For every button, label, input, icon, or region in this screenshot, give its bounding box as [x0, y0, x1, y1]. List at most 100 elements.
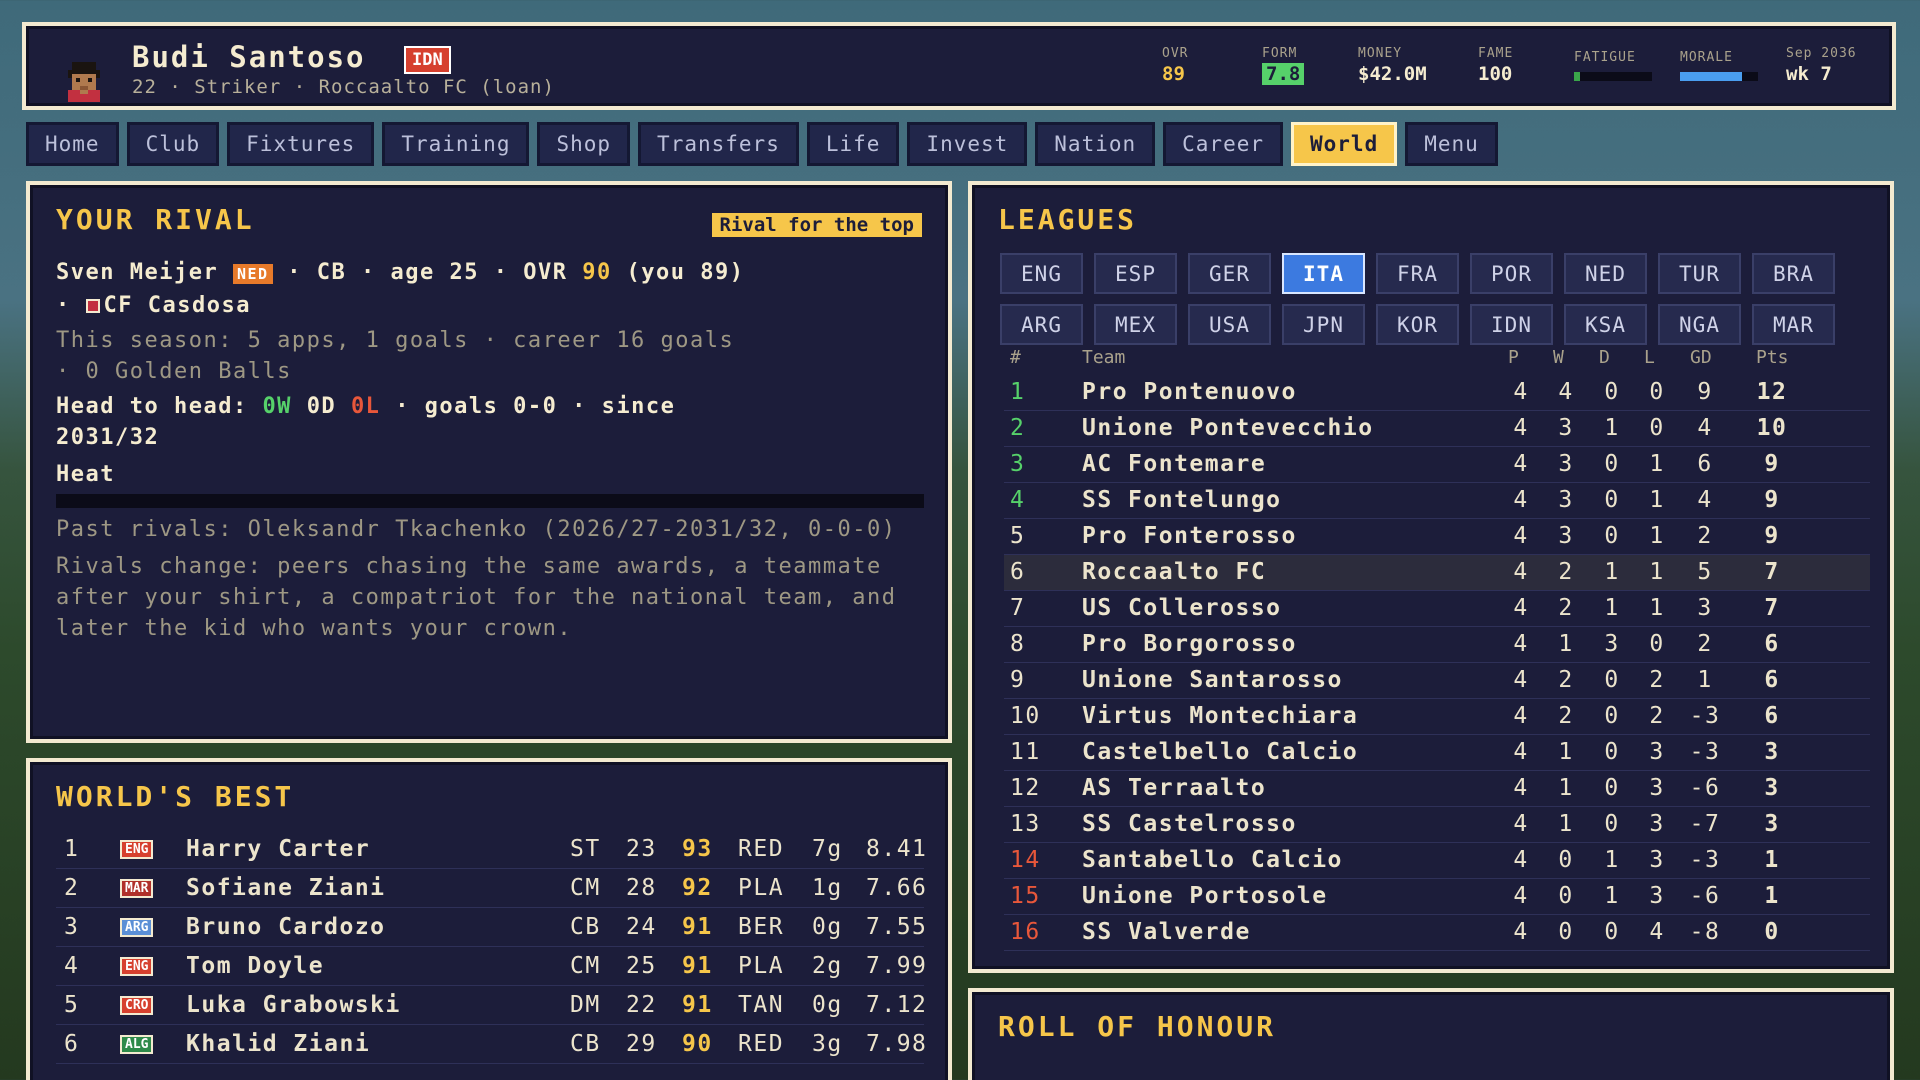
team-points: 9: [1764, 451, 1780, 477]
team-goal-difference: 2: [1697, 631, 1713, 657]
tab-career[interactable]: Career: [1163, 122, 1283, 166]
team-losses: 2: [1649, 667, 1665, 693]
worlds-best-row[interactable]: 3 ARG Bruno Cardozo CB 24 91 BER 0g 7.55: [56, 908, 926, 947]
rival-season-line-2: · 0 Golden Balls: [56, 359, 292, 384]
tab-shop[interactable]: Shop: [537, 122, 631, 166]
table-row[interactable]: 4 SS Fontelungo 4 3 0 1 4 9: [1004, 483, 1870, 519]
league-chip-ita[interactable]: ITA: [1282, 253, 1365, 294]
team-rank: 6: [1010, 559, 1026, 585]
league-chip-por[interactable]: POR: [1470, 253, 1553, 294]
morale-bar-fill: [1680, 72, 1743, 81]
table-row[interactable]: 1 Pro Pontenuovo 4 4 0 0 9 12: [1004, 375, 1870, 411]
league-chip-mex[interactable]: MEX: [1094, 304, 1177, 345]
team-losses: 4: [1649, 919, 1665, 945]
rival-h2h-losses: 0L: [350, 394, 381, 419]
table-row[interactable]: 6 Roccaalto FC 4 2 1 1 5 7: [1004, 555, 1870, 591]
team-draws: 1: [1604, 559, 1620, 585]
league-chip-nga[interactable]: NGA: [1658, 304, 1741, 345]
table-row[interactable]: 10 Virtus Montechiara 4 2 0 2 -3 6: [1004, 699, 1870, 735]
team-wins: 0: [1558, 847, 1574, 873]
league-chip-ned[interactable]: NED: [1564, 253, 1647, 294]
team-name: AC Fontemare: [1082, 451, 1267, 477]
tab-life[interactable]: Life: [806, 122, 900, 166]
tab-fixtures[interactable]: Fixtures: [227, 122, 375, 166]
league-chip-ksa[interactable]: KSA: [1564, 304, 1647, 345]
team-points: 6: [1764, 703, 1780, 729]
worlds-best-row[interactable]: 1 ENG Harry Carter ST 23 93 RED 7g 8.41: [56, 830, 926, 869]
leagues-title: LEAGUES: [998, 203, 1138, 236]
player-age: 29: [626, 1031, 657, 1057]
team-draws: 1: [1604, 595, 1620, 621]
team-draws: 0: [1604, 739, 1620, 765]
tab-world[interactable]: World: [1291, 122, 1398, 166]
table-row[interactable]: 5 Pro Fonterosso 4 3 0 1 2 9: [1004, 519, 1870, 555]
league-chip-idn[interactable]: IDN: [1470, 304, 1553, 345]
player-rating: 7.12: [866, 992, 928, 1018]
rival-club: CF Casdosa: [103, 293, 251, 318]
player-age: 23: [626, 836, 657, 862]
tab-transfers[interactable]: Transfers: [638, 122, 799, 166]
stat-fame: FAME 100: [1478, 46, 1513, 85]
table-row[interactable]: 13 SS Castelrosso 4 1 0 3 -7 3: [1004, 807, 1870, 843]
main-nav-tabs: Home Club Fixtures Training Shop Transfers Lif…: [26, 122, 1498, 166]
league-chip-tur[interactable]: TUR: [1658, 253, 1741, 294]
table-row[interactable]: 3 AC Fontemare 4 3 0 1 6 9: [1004, 447, 1870, 483]
fatigue-bar: [1574, 72, 1652, 81]
team-name: Unione Santarosso: [1082, 667, 1343, 693]
team-points: 9: [1764, 523, 1780, 549]
team-name: Unione Pontevecchio: [1082, 415, 1374, 441]
league-chip-esp[interactable]: ESP: [1094, 253, 1177, 294]
tab-home[interactable]: Home: [26, 122, 119, 166]
rival-club-crest-icon: [85, 299, 100, 313]
tab-invest[interactable]: Invest: [907, 122, 1028, 166]
player-goals: 7g: [812, 836, 843, 862]
league-chip-jpn[interactable]: JPN: [1282, 304, 1365, 345]
table-row[interactable]: 8 Pro Borgorosso 4 1 3 0 2 6: [1004, 627, 1870, 663]
table-row[interactable]: 12 AS Terraalto 4 1 0 3 -6 3: [1004, 771, 1870, 807]
rival-club-line: · CF Casdosa: [56, 293, 251, 318]
team-points: 9: [1764, 487, 1780, 513]
tab-training[interactable]: Training: [382, 122, 530, 166]
tab-nation[interactable]: Nation: [1035, 122, 1156, 166]
team-wins: 2: [1558, 703, 1574, 729]
table-row[interactable]: 2 Unione Pontevecchio 4 3 1 0 4 10: [1004, 411, 1870, 447]
team-goal-difference: -3: [1689, 739, 1721, 765]
rival-note: Rivals change: peers chasing the same aw…: [56, 554, 897, 641]
league-chip-kor[interactable]: KOR: [1376, 304, 1459, 345]
league-chip-arg[interactable]: ARG: [1000, 304, 1083, 345]
team-name: SS Valverde: [1082, 919, 1251, 945]
table-row[interactable]: 15 Unione Portosole 4 0 1 3 -6 1: [1004, 879, 1870, 915]
rival-ovr: 90: [582, 260, 612, 285]
table-row[interactable]: 11 Castelbello Calcio 4 1 0 3 -3 3: [1004, 735, 1870, 771]
tab-menu[interactable]: Menu: [1405, 122, 1498, 166]
tab-club[interactable]: Club: [126, 122, 220, 166]
league-chip-usa[interactable]: USA: [1188, 304, 1271, 345]
team-draws: 1: [1604, 847, 1620, 873]
worlds-best-title: WORLD'S BEST: [56, 780, 295, 813]
team-draws: 0: [1604, 775, 1620, 801]
team-name: Pro Pontenuovo: [1082, 379, 1297, 405]
league-chip-mar[interactable]: MAR: [1752, 304, 1835, 345]
league-chip-eng[interactable]: ENG: [1000, 253, 1083, 294]
table-row[interactable]: 14 Santabello Calcio 4 0 1 3 -3 1: [1004, 843, 1870, 879]
table-row[interactable]: 16 SS Valverde 4 0 0 4 -8 0: [1004, 915, 1870, 951]
player-name: Luka Grabowski: [186, 992, 401, 1018]
league-chip-ger[interactable]: GER: [1188, 253, 1271, 294]
league-chip-fra[interactable]: FRA: [1376, 253, 1459, 294]
worlds-best-row[interactable]: 2 MAR Sofiane Ziani CM 28 92 PLA 1g 7.66: [56, 869, 926, 908]
team-rank: 1: [1010, 379, 1026, 405]
team-draws: 0: [1604, 919, 1620, 945]
worlds-best-row[interactable]: 4 ENG Tom Doyle CM 25 91 PLA 2g 7.99: [56, 947, 926, 986]
league-chip-bra[interactable]: BRA: [1752, 253, 1835, 294]
player-club: PLA: [738, 953, 785, 979]
player-ovr: 93: [682, 836, 713, 862]
table-row[interactable]: 9 Unione Santarosso 4 2 0 2 1 6: [1004, 663, 1870, 699]
player-age: 22: [626, 992, 657, 1018]
table-row[interactable]: 7 US Collerosso 4 2 1 1 3 7: [1004, 591, 1870, 627]
worlds-best-row[interactable]: 6 ALG Khalid Ziani CB 29 90 RED 3g 7.98: [56, 1025, 926, 1064]
table-header-col: W: [1553, 347, 1564, 368]
team-draws: 0: [1604, 379, 1620, 405]
team-name: Pro Borgorosso: [1082, 631, 1297, 657]
stat-money-value: $42.0M: [1358, 63, 1427, 85]
worlds-best-row[interactable]: 5 CRO Luka Grabowski DM 22 91 TAN 0g 7.12: [56, 986, 928, 1025]
